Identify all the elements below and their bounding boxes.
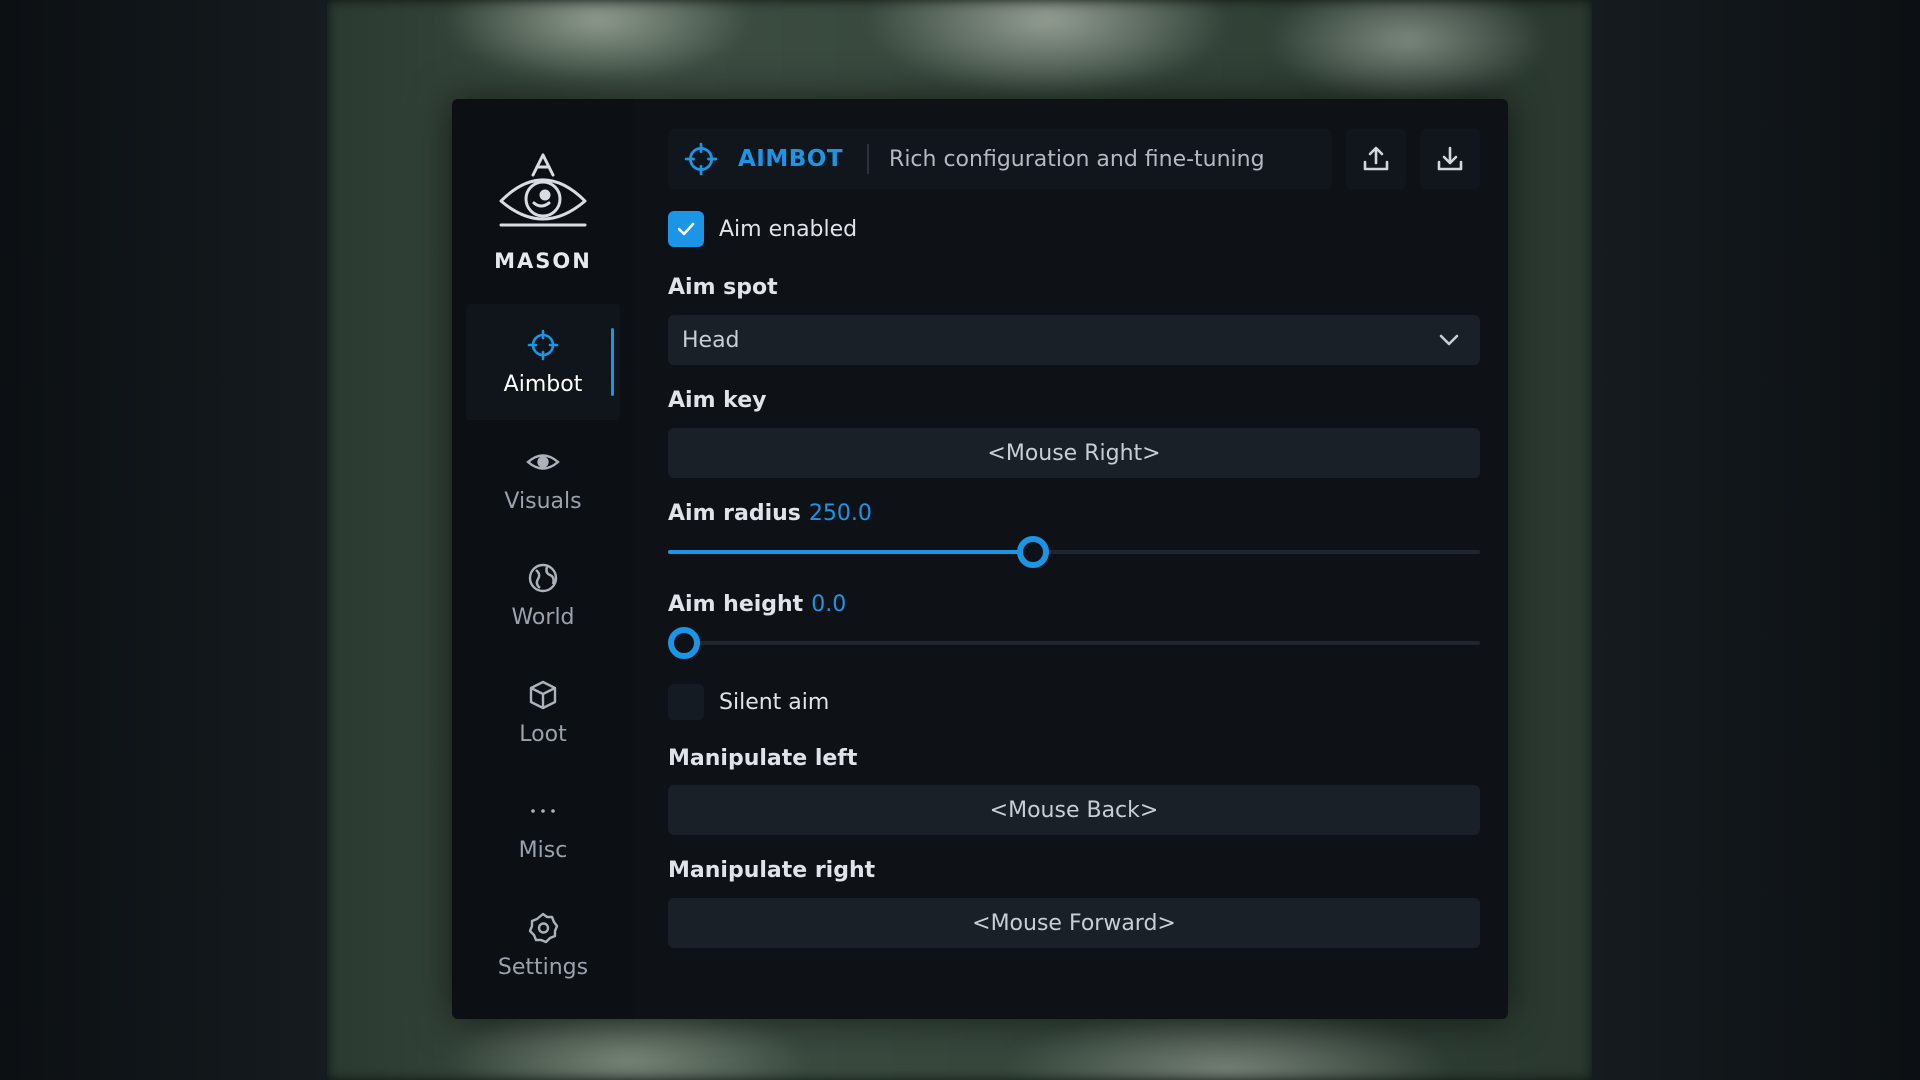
sidebar-item-aimbot[interactable]: Aimbot [466, 304, 620, 420]
sidebar-item-misc[interactable]: Misc [466, 770, 620, 886]
aim-radius-value: 250.0 [808, 501, 872, 526]
checkmark-icon [677, 222, 695, 236]
sidebar-item-label: Aimbot [503, 371, 583, 397]
silent-aim-checkbox[interactable] [668, 684, 704, 720]
box-icon [526, 678, 560, 712]
sidebar-item-visuals[interactable]: Visuals [466, 421, 620, 537]
crosshair-icon [684, 142, 718, 176]
section-header: AIMBOT Rich configuration and fine-tunin… [668, 129, 1332, 189]
slider-track [668, 641, 1480, 645]
aim-enabled-row[interactable]: Aim enabled [668, 211, 857, 247]
sidebar-item-label: Visuals [504, 488, 582, 514]
sidebar-item-loot[interactable]: Loot [466, 654, 620, 770]
sidebar-item-label: Loot [519, 721, 567, 747]
download-icon [1437, 146, 1463, 171]
sidebar-item-world[interactable]: World [466, 537, 620, 653]
aim-radius-slider[interactable] [668, 535, 1480, 569]
manipulate-left-label: Manipulate left [668, 746, 858, 771]
export-config-button[interactable] [1346, 129, 1406, 189]
brand-logo: MASON [452, 151, 634, 273]
crosshair-icon [526, 328, 560, 362]
gear-icon [526, 911, 560, 945]
aim-spot-select[interactable]: Head [668, 315, 1480, 365]
section-title: AIMBOT [738, 146, 844, 172]
aim-spot-label: Aim spot [668, 275, 778, 300]
slider-thumb[interactable] [1017, 536, 1049, 568]
globe-icon [526, 561, 560, 595]
section-subtitle: Rich configuration and fine-tuning [889, 146, 1265, 172]
manipulate-right-binding-button[interactable]: <Mouse Forward> [668, 898, 1480, 948]
aim-radius-label-text: Aim radius [668, 501, 801, 526]
chevron-down-icon [1439, 334, 1459, 346]
eye-pyramid-icon [499, 153, 587, 227]
brand-name: MASON [494, 249, 592, 273]
aim-key-binding-button[interactable]: <Mouse Right> [668, 428, 1480, 478]
eye-icon [526, 445, 560, 479]
aim-height-label-text: Aim height [668, 592, 804, 617]
slider-thumb[interactable] [668, 627, 700, 659]
upload-icon [1363, 146, 1389, 171]
aim-radius-label: Aim radius 250.0 [668, 501, 872, 526]
sidebar-item-label: Misc [518, 837, 568, 863]
manipulate-left-binding-button[interactable]: <Mouse Back> [668, 785, 1480, 835]
silent-aim-row[interactable]: Silent aim [668, 684, 829, 720]
aim-height-label: Aim height 0.0 [668, 592, 846, 617]
sidebar-item-label: World [511, 604, 575, 630]
silent-aim-label: Silent aim [719, 689, 830, 715]
backdrop-left [0, 0, 327, 1080]
header-divider [867, 144, 870, 174]
backdrop-right [1592, 0, 1920, 1080]
import-config-button[interactable] [1420, 129, 1480, 189]
aim-height-value: 0.0 [811, 592, 847, 617]
sidebar: MASON Aimbot Visuals World Loot Misc Set… [452, 99, 634, 1019]
manipulate-right-label: Manipulate right [668, 858, 876, 883]
settings-panel: MASON Aimbot Visuals World Loot Misc Set… [452, 99, 1508, 1019]
aim-enabled-checkbox[interactable] [668, 211, 704, 247]
aim-spot-value: Head [682, 327, 740, 353]
sidebar-item-label: Settings [497, 954, 589, 980]
sidebar-item-settings[interactable]: Settings [466, 887, 620, 1003]
aim-height-slider[interactable] [668, 626, 1480, 660]
aim-enabled-label: Aim enabled [719, 216, 858, 242]
more-dots-icon [526, 794, 560, 828]
aim-key-label: Aim key [668, 388, 767, 413]
slider-fill [668, 550, 1033, 554]
